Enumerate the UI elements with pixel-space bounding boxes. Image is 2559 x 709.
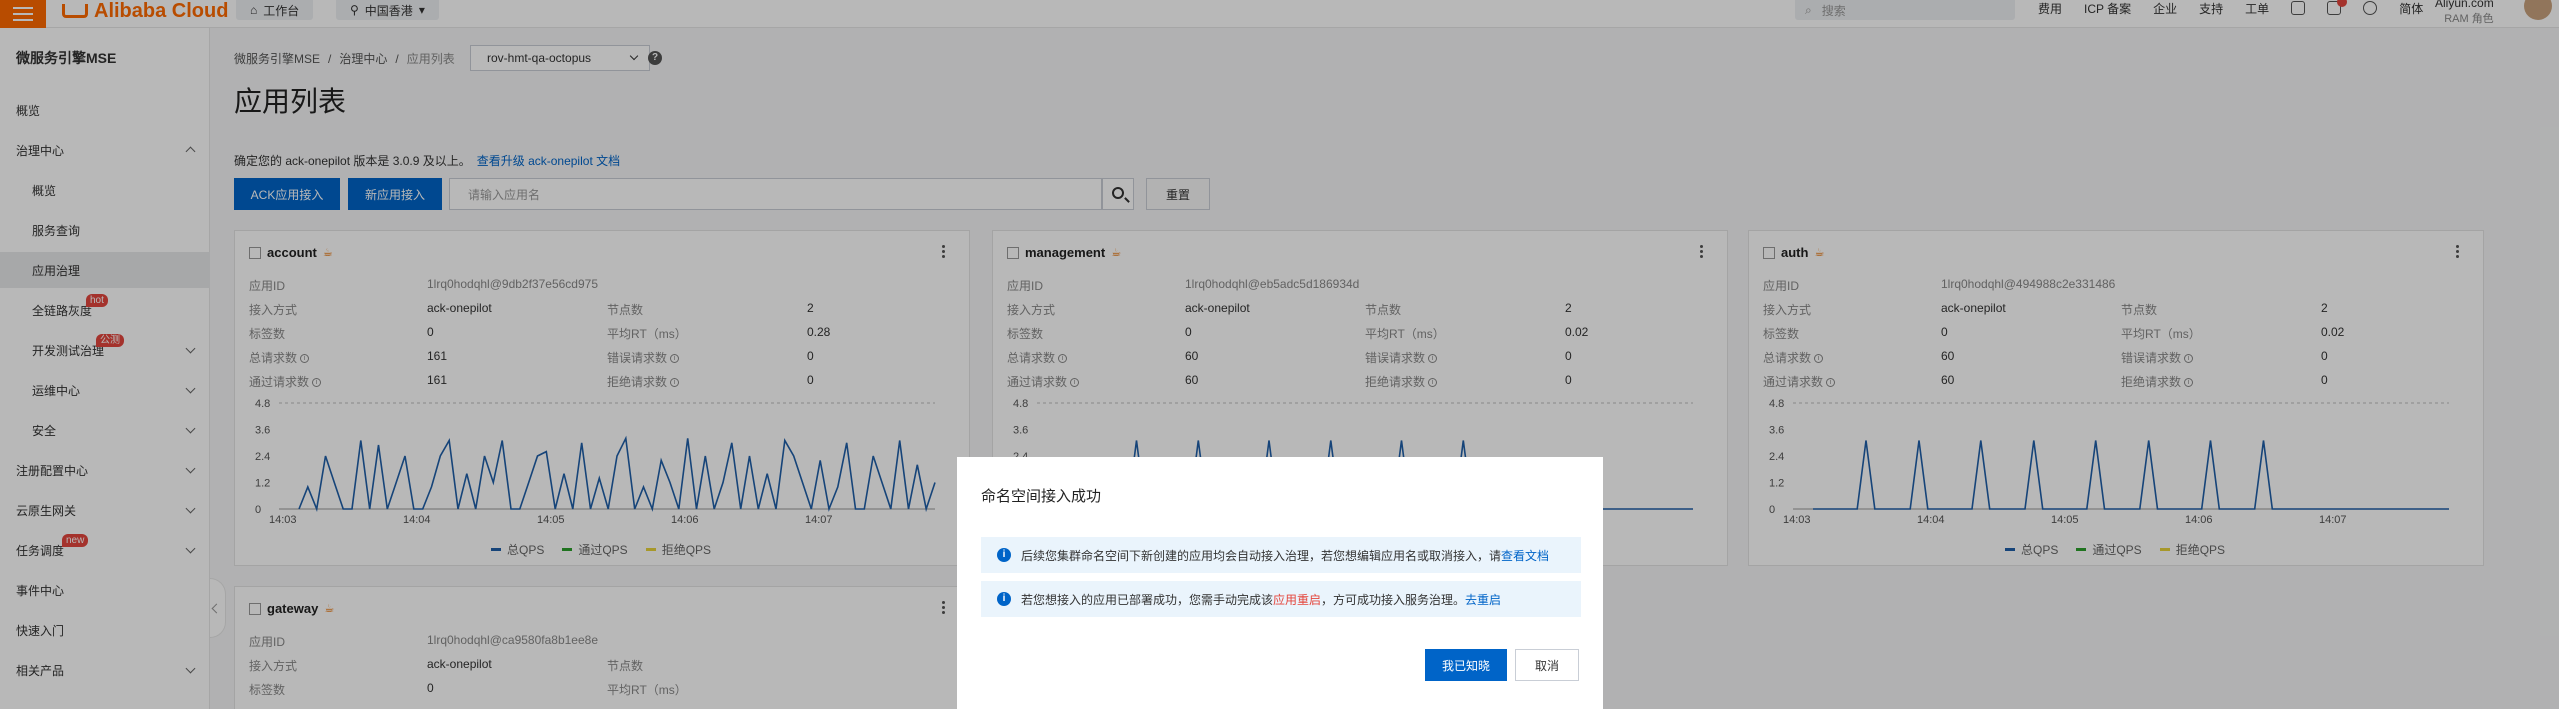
dialog-message-auto: i 后续您集群命名空间下新创建的应用均会自动接入治理，若您想编辑应用名或取消接入… [981,537,1581,573]
dialog-title: 命名空间接入成功 [981,488,1102,505]
cancel-button[interactable]: 取消 [1515,649,1579,681]
message-text: 后续您集群命名空间下新创建的应用均会自动接入治理，若您想编辑应用名或取消接入，请 [1021,548,1502,563]
go-restart-link[interactable]: 去重启 [1465,591,1501,608]
info-icon: i [997,592,1011,606]
namespace-success-dialog: 命名空间接入成功 i 后续您集群命名空间下新创建的应用均会自动接入治理，若您想编… [957,457,1603,709]
acknowledge-button[interactable]: 我已知晓 [1425,649,1507,681]
message-text: ，方可成功接入服务治理。 [1321,592,1466,607]
message-text: 若您想接入的应用已部署成功，您需手动完成该 [1021,592,1274,607]
dialog-message-restart: i 若您想接入的应用已部署成功，您需手动完成该 应用重启 ，方可成功接入服务治理。去… [981,581,1581,617]
info-icon: i [997,548,1011,562]
view-doc-link[interactable]: 查看文档 [1501,547,1549,564]
restart-highlight: 应用重启 [1273,592,1322,607]
